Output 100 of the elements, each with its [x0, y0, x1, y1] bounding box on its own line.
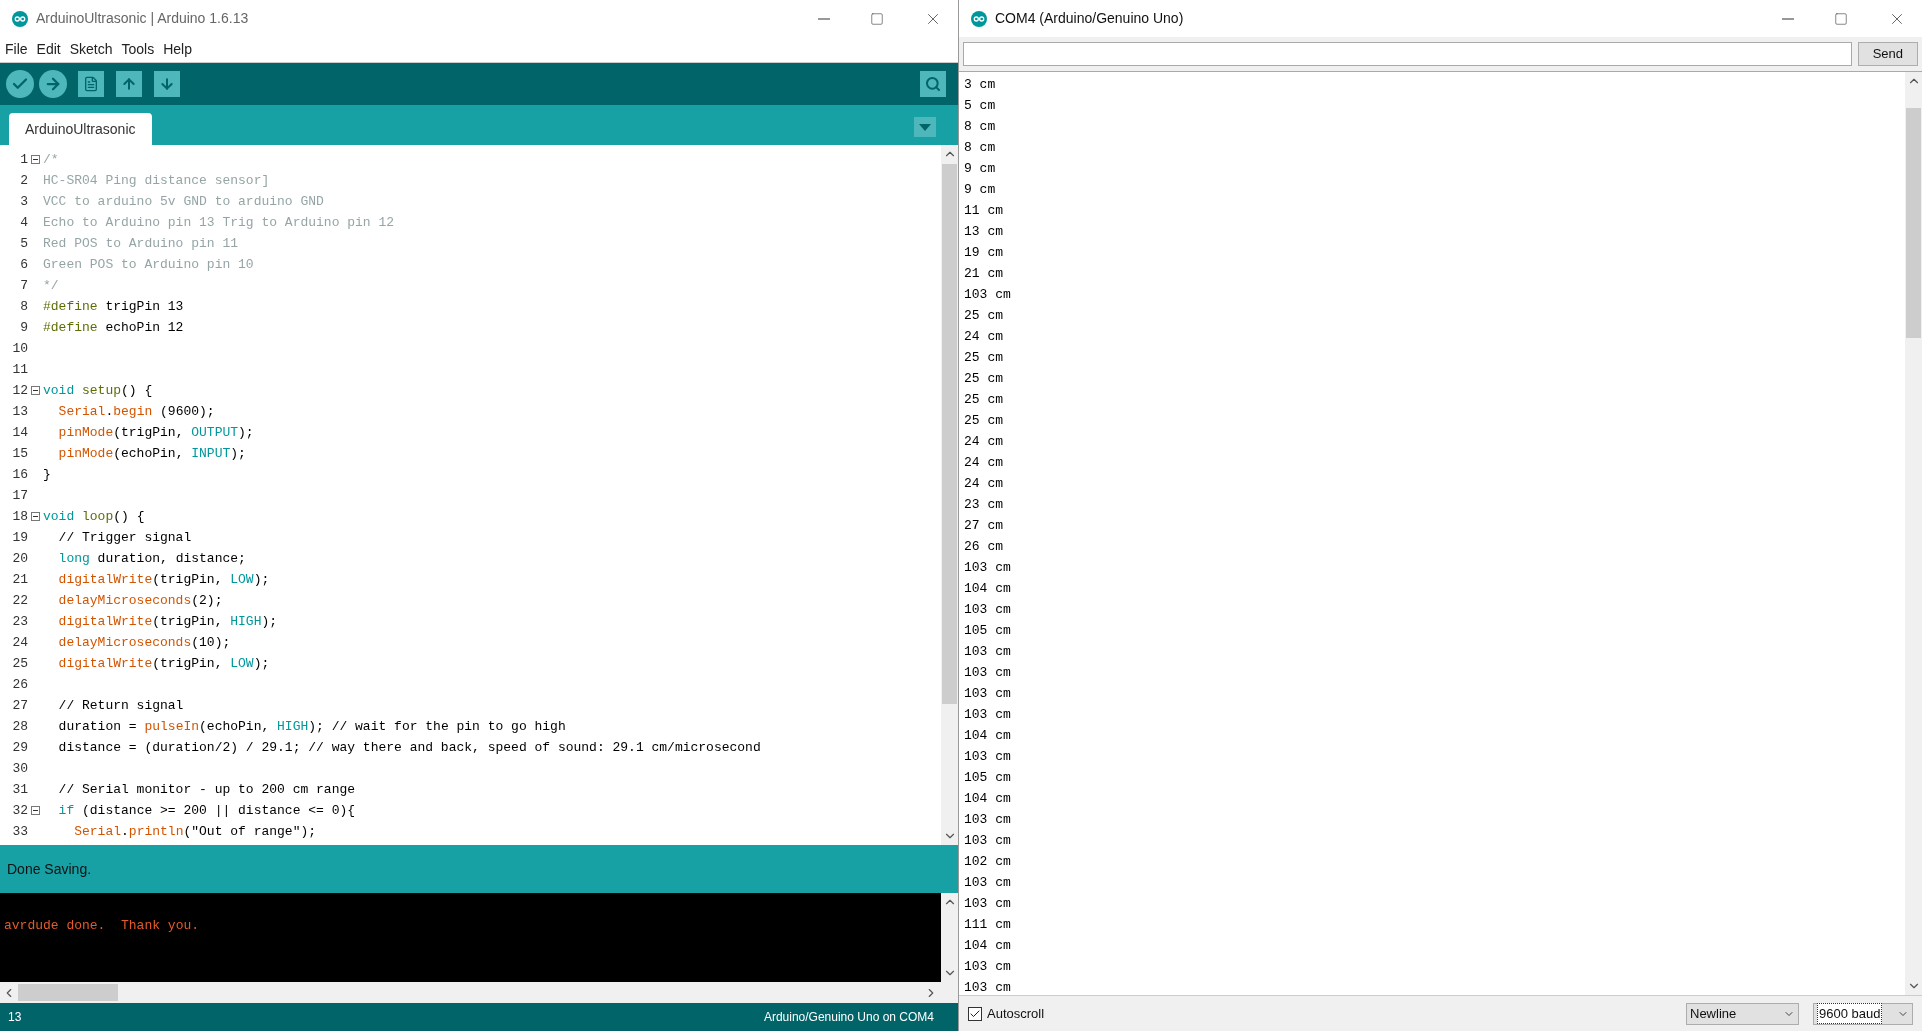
serial-output-line: 21 cm [964, 265, 1003, 283]
serial-input-field[interactable] [963, 42, 1852, 66]
serial-output-line: 5 cm [964, 97, 996, 115]
serial-output-line: 111 cm [964, 916, 1011, 934]
line-number: 10 [11, 340, 28, 358]
line-number: 29 [11, 739, 28, 757]
baud-rate-dropdown[interactable]: 9600 baud [1813, 1002, 1913, 1025]
line-number: 19 [11, 529, 28, 547]
line-number: 30 [11, 760, 28, 778]
serial-output-line: 13 cm [964, 223, 1003, 241]
code-line: HC-SR04 Ping distance sensor] [42, 172, 270, 190]
menu-item[interactable]: Tools [121, 39, 155, 60]
serial-output-line: 102 cm [964, 853, 1011, 871]
line-number: 11 [11, 361, 28, 379]
open-up-arrow-button[interactable] [116, 71, 142, 97]
serial-output-line: 24 cm [964, 433, 1003, 451]
serial-output-line: 25 cm [964, 412, 1003, 430]
code-line: pinMode(echoPin, INPUT); [57, 445, 246, 463]
verify-check-button[interactable] [6, 70, 34, 98]
code-line: delayMicroseconds(10); [57, 634, 231, 652]
scrollbar[interactable] [1905, 72, 1922, 995]
autoscroll-label: Autoscroll [987, 1004, 1045, 1023]
code-line: long duration, distance; [57, 550, 246, 568]
window-title: ArduinoUltrasonic | Arduino 1.6.13 [36, 9, 249, 28]
serial-output-line: 103 cm [964, 559, 1011, 577]
app-logo-icon [971, 10, 987, 27]
serial-output-line: 103 cm [964, 895, 1011, 913]
line-number: 12 [11, 382, 28, 400]
serial-output-line: 103 cm [964, 664, 1011, 682]
code-line: duration = pulseIn(echoPin, HIGH); // wait for the pin to go high [57, 718, 566, 736]
serial-output-line: 103 cm [964, 685, 1011, 703]
new-file-button[interactable] [78, 71, 104, 97]
code-line: #define trigPin 13 [42, 298, 184, 316]
magnifier-icon [925, 76, 941, 92]
line-number: 31 [11, 781, 28, 799]
send-button[interactable]: Send [1857, 42, 1918, 66]
menu-item[interactable]: File [5, 39, 28, 60]
serial-output-line: 103 cm [964, 748, 1011, 766]
document-icon [83, 76, 99, 92]
serial-output-line: 25 cm [964, 370, 1003, 388]
serial-output-line: 105 cm [964, 622, 1011, 640]
minimize-icon [818, 17, 830, 20]
line-number: 33 [11, 823, 28, 841]
menu-item[interactable]: Help [163, 39, 192, 60]
fold-icon[interactable] [30, 806, 40, 815]
code-line: } [42, 466, 51, 484]
serial-output-line: 8 cm [964, 118, 996, 136]
code-line: void setup() { [42, 382, 153, 400]
code-line: #define echoPin 12 [42, 319, 184, 337]
code-line: pinMode(trigPin, OUTPUT); [57, 424, 254, 442]
scrollbar-thumb[interactable] [1906, 108, 1921, 338]
line-number: 28 [11, 718, 28, 736]
line-ending-dropdown[interactable]: Newline [1686, 1002, 1799, 1025]
line-number: 3 [19, 193, 28, 211]
code-line: Green POS to Arduino pin 10 [42, 256, 254, 274]
serial-output-line: 25 cm [964, 307, 1003, 325]
line-number: 18 [11, 508, 28, 526]
serial-output-line: 103 cm [964, 832, 1011, 850]
line-number: 1 [19, 151, 28, 169]
horizontal-scrollbar[interactable] [0, 982, 958, 1003]
upload-arrow-button[interactable] [39, 70, 67, 98]
fold-icon[interactable] [30, 512, 40, 521]
scrollbar-thumb[interactable] [18, 984, 118, 1001]
line-number: 14 [11, 424, 28, 442]
serial-output-line: 8 cm [964, 139, 996, 157]
fold-icon[interactable] [30, 386, 40, 395]
serial-output-line: 104 cm [964, 937, 1011, 955]
serial-output-line: 103 cm [964, 874, 1011, 892]
code-line: digitalWrite(trigPin, HIGH); [57, 613, 278, 631]
line-number: 5 [19, 235, 28, 253]
serial-output-line: 25 cm [964, 349, 1003, 367]
minimize-icon [1782, 17, 1794, 20]
serial-output-line: 9 cm [964, 181, 996, 199]
line-number: 2 [19, 172, 28, 190]
serial-output-line: 26 cm [964, 538, 1003, 556]
line-number: 22 [11, 592, 28, 610]
autoscroll-checkbox[interactable] [968, 1006, 982, 1021]
fold-icon[interactable] [30, 155, 40, 164]
scrollbar[interactable] [941, 145, 958, 845]
menu-item[interactable]: Sketch [69, 39, 113, 60]
console-scrollbar[interactable] [941, 893, 958, 982]
scrollbar-thumb[interactable] [942, 164, 957, 704]
code-line: delayMicroseconds(2); [57, 592, 223, 610]
serial-output-line: 24 cm [964, 328, 1003, 346]
serial-output-line: 24 cm [964, 454, 1003, 472]
code-line: digitalWrite(trigPin, LOW); [57, 571, 270, 589]
line-number: 25 [11, 655, 28, 673]
save-down-arrow-button[interactable] [154, 71, 180, 97]
maximize-icon [870, 11, 884, 26]
serial-output-line: 103 cm [964, 706, 1011, 724]
menu-item[interactable]: Edit [36, 39, 61, 60]
code-line: */ [42, 277, 59, 295]
line-number: 32 [11, 802, 28, 820]
code-line: Serial.begin (9600); [57, 403, 215, 421]
tab-menu-button[interactable] [914, 117, 936, 137]
file-tab[interactable]: ArduinoUltrasonic [9, 113, 152, 145]
code-line: digitalWrite(trigPin, LOW); [57, 655, 270, 673]
serial-monitor-button[interactable] [920, 71, 946, 97]
serial-output-line: 27 cm [964, 517, 1003, 535]
maximize-icon [1834, 11, 1848, 26]
